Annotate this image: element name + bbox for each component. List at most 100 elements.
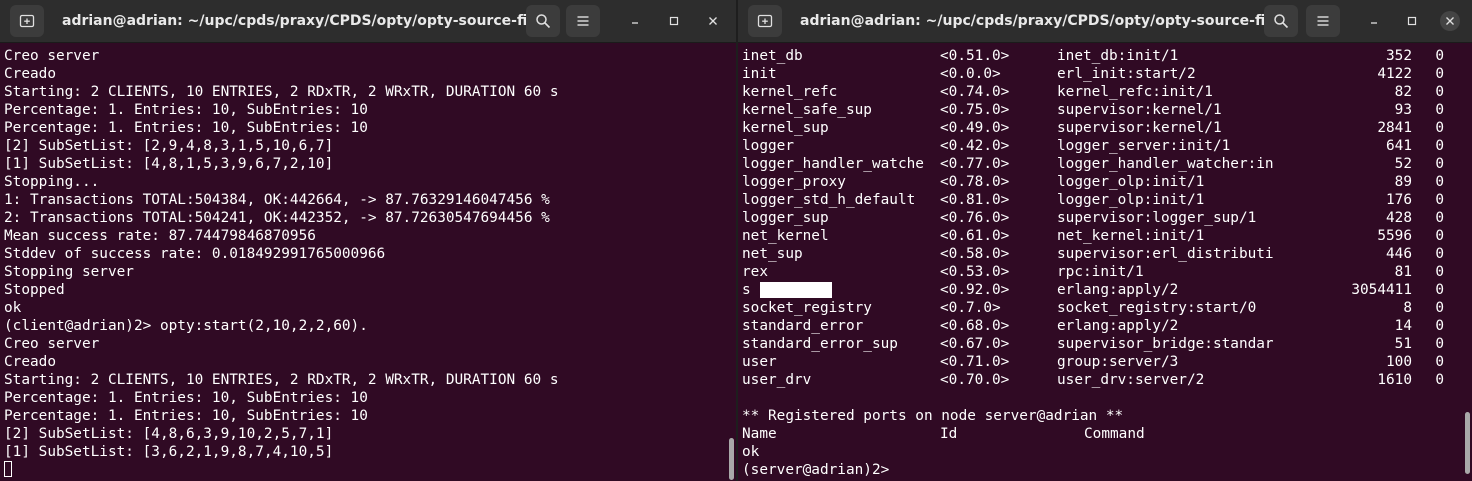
new-tab-icon bbox=[19, 14, 35, 28]
input-line[interactable] bbox=[4, 461, 722, 479]
title-bar[interactable]: adrian@adrian: ~/upc/cpds/praxy/CPDS/opt… bbox=[738, 0, 1472, 43]
process-message-count: 0 bbox=[1435, 156, 1444, 172]
maximize-button[interactable] bbox=[664, 11, 684, 31]
close-button[interactable] bbox=[703, 11, 723, 31]
table-row: net_kernel <0.61.0> net_kernel:init/1 5596 0 bbox=[742, 227, 1458, 245]
output-line: Percentage: 1. Entries: 10, SubEntries: … bbox=[4, 390, 368, 406]
process-name: logger_handler_watche bbox=[742, 156, 924, 172]
close-button[interactable] bbox=[1440, 11, 1460, 31]
process-pid: <0.71.0> bbox=[940, 354, 1010, 370]
process-name: logger_sup bbox=[742, 210, 829, 226]
process-message-count: 0 bbox=[1435, 48, 1444, 64]
process-reductions: 428 bbox=[1386, 210, 1412, 226]
process-message-count: 0 bbox=[1435, 336, 1444, 352]
process-initial-call: group:server/3 bbox=[1057, 354, 1179, 370]
scrollbar[interactable] bbox=[1465, 412, 1470, 474]
process-pid: <0.75.0> bbox=[940, 102, 1010, 118]
terminal-output[interactable]: inet_db <0.51.0> inet_db:init/1 352 0 init <0.… bbox=[742, 47, 1458, 481]
output-line: Percentage: 1. Entries: 10, SubEntries: … bbox=[4, 120, 368, 136]
output-line: Creado bbox=[4, 354, 56, 370]
process-name: inet_db bbox=[742, 48, 803, 64]
output-line: Stddev of success rate: 0.01849299176500… bbox=[4, 246, 386, 262]
table-row: kernel_sup <0.49.0> supervisor:kernel/1 284… bbox=[742, 119, 1458, 137]
output-line: ok bbox=[4, 300, 22, 316]
process-message-count: 0 bbox=[1435, 192, 1444, 208]
table-row: kernel_safe_sup <0.75.0> supervisor:kernel… bbox=[742, 101, 1458, 119]
process-initial-call: kernel_refc:init/1 bbox=[1057, 84, 1213, 100]
menu-button[interactable] bbox=[1306, 5, 1340, 37]
process-message-count: 0 bbox=[1435, 282, 1444, 298]
search-button[interactable] bbox=[1264, 5, 1298, 37]
terminal-window-client[interactable]: adrian@adrian: ~/upc/cpds/praxy/CPDS/opt… bbox=[0, 0, 736, 481]
shell-prompt[interactable]: (server@adrian)2> bbox=[742, 461, 1458, 479]
close-icon bbox=[709, 17, 717, 25]
process-reductions: 81 bbox=[1394, 264, 1412, 280]
close-icon bbox=[1446, 17, 1454, 25]
maximize-icon bbox=[669, 16, 679, 26]
process-name: logger bbox=[742, 138, 794, 154]
process-reductions: 352 bbox=[1386, 48, 1412, 64]
process-reductions: 100 bbox=[1386, 354, 1412, 370]
process-message-count: 0 bbox=[1435, 300, 1444, 316]
process-pid: <0.78.0> bbox=[940, 174, 1010, 190]
process-initial-call: logger_olp:init/1 bbox=[1057, 174, 1205, 190]
process-message-count: 0 bbox=[1435, 120, 1444, 136]
process-reductions: 14 bbox=[1394, 318, 1412, 334]
table-row: net_sup <0.58.0> supervisor:erl_distributi… bbox=[742, 245, 1458, 263]
output-line: Mean success rate: 87.74479846870956 bbox=[4, 228, 316, 244]
title-bar[interactable]: adrian@adrian: ~/upc/cpds/praxy/CPDS/opt… bbox=[0, 0, 736, 43]
process-reductions: 93 bbox=[1394, 102, 1412, 118]
ports-heading: ** Registered ports on node server@adria… bbox=[742, 408, 1124, 424]
table-row: user_drv <0.70.0> user_drv:server/2 1610 0 bbox=[742, 371, 1458, 389]
minimize-button[interactable] bbox=[1364, 11, 1384, 31]
process-initial-call: supervisor:logger_sup/1 bbox=[1057, 210, 1257, 226]
output-line: Starting: 2 CLIENTS, 10 ENTRIES, 2 RDxTR… bbox=[4, 84, 559, 100]
table-row: user <0.71.0> group:server/3 100 0 bbox=[742, 353, 1458, 371]
maximize-button[interactable] bbox=[1402, 11, 1422, 31]
process-initial-call: inet_db:init/1 bbox=[1057, 48, 1179, 64]
process-name: init bbox=[742, 66, 777, 82]
process-message-count: 0 bbox=[1435, 66, 1444, 82]
process-name: net_kernel bbox=[742, 228, 829, 244]
output-line: Creo server bbox=[4, 48, 100, 64]
process-name: net_sup bbox=[742, 246, 803, 262]
table-row: logger_proxy <0.78.0> logger_olp:init/1 89 0 bbox=[742, 173, 1458, 191]
menu-button[interactable] bbox=[566, 5, 600, 37]
process-pid: <0.42.0> bbox=[940, 138, 1010, 154]
process-pid: <0.49.0> bbox=[940, 120, 1010, 136]
table-row: init <0.0.0> erl_init:start/2 4122 0 bbox=[742, 65, 1458, 83]
process-initial-call: supervisor:kernel/1 bbox=[1057, 120, 1222, 136]
output-line: Stopped bbox=[4, 282, 65, 298]
scrollbar[interactable] bbox=[729, 438, 734, 480]
process-initial-call: logger_server:init/1 bbox=[1057, 138, 1231, 154]
process-message-count: 0 bbox=[1435, 84, 1444, 100]
hamburger-menu-icon bbox=[1317, 16, 1329, 26]
output-line: [2] SubSetList: [4,8,6,3,9,10,2,5,7,1] bbox=[4, 426, 334, 442]
new-tab-button[interactable] bbox=[748, 5, 782, 37]
new-tab-button[interactable] bbox=[10, 5, 44, 37]
output-line: Creado bbox=[4, 66, 56, 82]
search-icon bbox=[1274, 14, 1289, 29]
redaction-box bbox=[760, 282, 832, 298]
process-name: standard_error_sup bbox=[742, 336, 898, 352]
terminal-output[interactable]: Creo server Creado Starting: 2 CLIENTS, 10… bbox=[4, 47, 722, 481]
desktop: adrian@adrian: ~/upc/cpds/praxy/CPDS/opt… bbox=[0, 0, 1472, 481]
terminal-window-server[interactable]: adrian@adrian: ~/upc/cpds/praxy/CPDS/opt… bbox=[738, 0, 1472, 481]
process-pid: <0.81.0> bbox=[940, 192, 1010, 208]
process-name: kernel_sup bbox=[742, 120, 829, 136]
process-pid: <0.53.0> bbox=[940, 264, 1010, 280]
process-reductions: 446 bbox=[1386, 246, 1412, 262]
search-button[interactable] bbox=[526, 5, 560, 37]
minimize-button[interactable] bbox=[625, 11, 645, 31]
table-row: rex <0.53.0> rpc:init/1 81 0 bbox=[742, 263, 1458, 281]
process-pid: <0.74.0> bbox=[940, 84, 1010, 100]
process-initial-call: rpc:init/1 bbox=[1057, 264, 1144, 280]
process-pid: <0.61.0> bbox=[940, 228, 1010, 244]
process-pid: <0.58.0> bbox=[940, 246, 1010, 262]
process-reductions: 82 bbox=[1394, 84, 1412, 100]
process-reductions: 641 bbox=[1386, 138, 1412, 154]
registered-processes-table: inet_db <0.51.0> inet_db:init/1 352 0 init <0.… bbox=[742, 47, 1458, 389]
process-initial-call: supervisor:erl_distributi bbox=[1057, 246, 1274, 262]
process-name: socket_registry bbox=[742, 300, 872, 316]
